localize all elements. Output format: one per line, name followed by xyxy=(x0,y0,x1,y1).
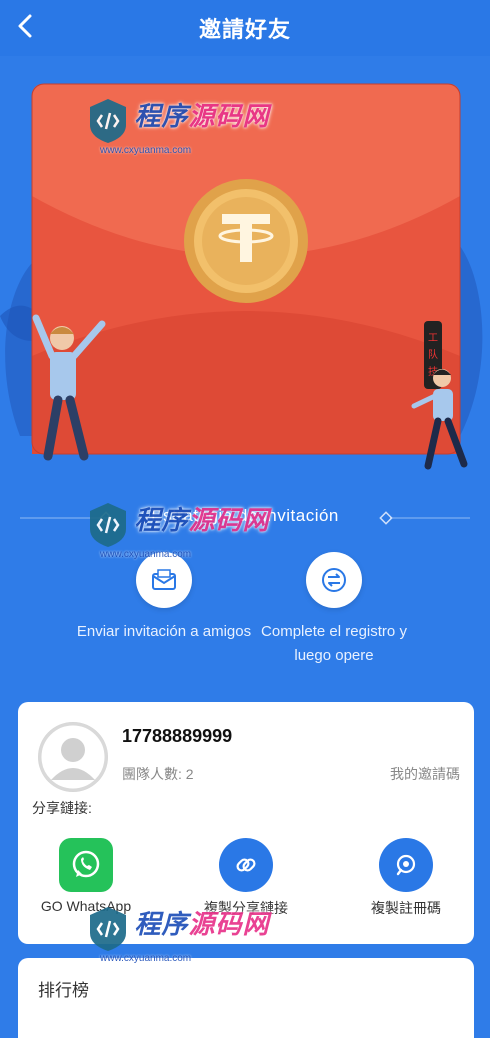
watermark-text-pink: 源码网 xyxy=(188,909,270,939)
watermark: 程序源码网 www.cxyuanma.com xyxy=(86,96,269,156)
step-label: Complete el registro y luego opere xyxy=(261,623,407,664)
watermark-text-pink: 源码网 xyxy=(188,101,270,131)
team-count: 團隊人數: 2 xyxy=(122,766,194,782)
watermark-url: www.cxyuanma.com xyxy=(100,548,192,560)
watermark: 程序源码网 www.cxyuanma.com xyxy=(86,500,269,560)
watermark-text-blue: 程序 xyxy=(134,909,189,939)
watermark-url: www.cxyuanma.com xyxy=(100,144,192,156)
my-invite-code[interactable]: 我的邀請碼 xyxy=(390,764,460,784)
whatsapp-icon xyxy=(59,838,113,892)
share-link-value xyxy=(122,796,456,818)
search-code-icon xyxy=(379,838,433,892)
step-register: Complete el registro y luego opere xyxy=(244,552,424,668)
exchange-icon xyxy=(306,552,362,608)
avatar xyxy=(38,722,108,792)
watermark-text-blue: 程序 xyxy=(134,505,189,535)
page-title: 邀請好友 xyxy=(198,17,291,42)
user-phone: 17788889999 xyxy=(122,726,233,746)
watermark-url: www.cxyuanma.com xyxy=(100,952,192,964)
envelope-icon xyxy=(136,552,192,608)
link-icon xyxy=(219,838,273,892)
copy-register-code-button[interactable]: 複製註冊碼 xyxy=(346,838,466,918)
top-bar: 邀請好友 xyxy=(0,0,490,56)
whatsapp-button[interactable]: GO WhatsApp xyxy=(26,838,146,914)
svg-text:队: 队 xyxy=(428,348,438,361)
step-label: Enviar invitación a amigos xyxy=(76,623,252,640)
svg-text:工: 工 xyxy=(428,333,438,344)
watermark: 程序源码网 www.cxyuanma.com xyxy=(86,904,269,964)
step-send-invitation: Enviar invitación a amigos xyxy=(74,552,254,644)
watermark-text-blue: 程序 xyxy=(134,101,189,131)
share-link-label: 分享鏈接: xyxy=(32,800,92,816)
ranking-card: 排行榜 xyxy=(18,958,474,1038)
ranking-title[interactable]: 排行榜 xyxy=(38,976,89,1001)
watermark-text-pink: 源码网 xyxy=(188,505,270,535)
action-label: 複製註冊碼 xyxy=(371,900,441,916)
